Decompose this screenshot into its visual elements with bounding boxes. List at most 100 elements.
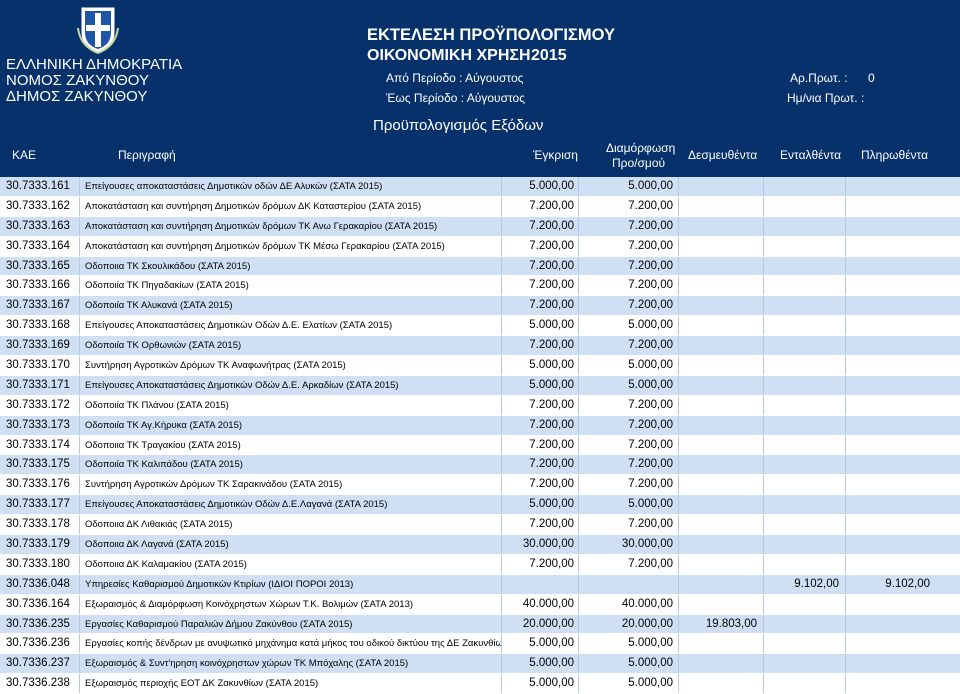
shaping-cell: 7.200,00 [579,395,679,415]
table-row: 30.7333.173 Οδοποιία ΤΚ Αγ.Κήρυκα (ΣΑΤΑ 2… [0,415,960,436]
table-row: 30.7336.048 Υπηρεσίες Καθαρισμού Δημοτικώ… [0,574,960,595]
paid-cell [846,435,960,455]
table-row: 30.7336.238 Εξωραισμός περιοχής ΕΟΤ ΔΚ Ζα… [0,674,960,694]
certified-cell [764,654,846,674]
col-certified: Ενταλθέντα [780,148,842,162]
approval-cell: 7.200,00 [502,216,579,236]
shaping-cell: 5.000,00 [579,654,679,674]
kae-cell: 30.7333.176 [0,475,80,495]
paid-cell [846,296,960,316]
committed-cell [679,654,764,674]
protocol-date-label: Ημ/νια Πρωτ. : [787,91,865,105]
report-title: ΕΚΤΕΛΕΣΗ ΠΡΟΫΠΟΛΟΓΙΣΜΟΥ [367,26,615,44]
description-cell: Επείγουσες Αποκαταστάσεις Δημοτικών Οδών… [80,495,502,515]
shaping-cell: 7.200,00 [579,196,679,216]
shaping-cell: 7.200,00 [579,515,679,535]
paid-cell [846,674,960,694]
shaping-cell: 5.000,00 [579,177,679,196]
paid-cell [846,375,960,395]
description-cell: Οδοποιια ΤΚ Τραγακίου (ΣΑΤΑ 2015) [80,435,502,455]
shaping-cell: 5.000,00 [579,316,679,336]
committed-cell [679,674,764,694]
certified-cell [764,375,846,395]
description-cell: Οδοποιια ΤΚ Σκουλικάδου (ΣΑΤΑ 2015) [80,256,502,276]
table-row: 30.7333.175 Οδοποιία ΤΚ Καλιπάδου (ΣΑΤΑ 2… [0,455,960,476]
budget-title: Προϋπολογισμός Εξόδων [373,117,544,134]
shaping-cell: 7.200,00 [579,296,679,316]
paid-cell [846,554,960,574]
approval-cell: 7.200,00 [502,276,579,296]
budget-table: 30.7333.161 Επείγουσες αποκαταστάσεις Δημ… [0,177,960,694]
certified-cell [764,535,846,554]
shaping-cell: 7.200,00 [579,554,679,574]
kae-cell: 30.7333.161 [0,177,80,196]
protocol-number-label: Αρ.Πρωτ. : [790,71,848,85]
kae-cell: 30.7333.174 [0,435,80,455]
kae-cell: 30.7336.237 [0,654,80,674]
col-committed: Δεσμευθέντα [688,148,758,162]
shaping-cell: 5.000,00 [579,495,679,515]
table-row: 30.7333.176 Συντήρηση Αγροτικών Δρόμων ΤΚ… [0,475,960,496]
certified-cell [764,594,846,614]
certified-cell [764,415,846,435]
certified-cell [764,196,846,216]
paid-cell [846,395,960,415]
committed-cell [679,336,764,356]
description-cell: Συντήρηση Αγροτικών Δρόμων ΤΚ Σαρακινάδο… [80,475,502,495]
committed-cell [679,554,764,574]
committed-cell [679,535,764,554]
approval-cell: 7.200,00 [502,256,579,276]
description-cell: Επείγουσες Αποκαταστάσεις Δημοτικών Οδών… [80,375,502,395]
committed-cell: 19.803,00 [679,614,764,634]
certified-cell [764,634,846,654]
table-row: 30.7333.162 Αποκατάσταση και συντήρηση Δη… [0,196,960,217]
description-cell: Οδοποιια ΔΚ Λιθακιάς (ΣΑΤΑ 2015) [80,515,502,535]
certified-cell [764,336,846,356]
kae-cell: 30.7333.163 [0,216,80,236]
paid-cell [846,216,960,236]
paid-cell [846,495,960,515]
description-cell: Συντήρηση Αγροτικών Δρόμων ΤΚ Αναφωνήτρα… [80,356,502,375]
table-row: 30.7336.164 Εξωραισμός & Διαμόρφωση Κοινό… [0,594,960,615]
certified-cell [764,455,846,475]
col-paid: Πληρωθέντα [861,148,929,162]
certified-cell: 9.102,00 [764,574,846,594]
approval-cell: 5.000,00 [502,674,579,694]
approval-cell: 5.000,00 [502,316,579,336]
certified-cell [764,614,846,634]
certified-cell [764,256,846,276]
fiscal-year-label: ΟΙΚΟΝΟΜΙΚΗ ΧΡΗΣΗ [367,47,531,64]
certified-cell [764,475,846,495]
approval-cell: 7.200,00 [502,455,579,475]
table-row: 30.7333.172 Οδοποιία ΤΚ Πλάνου (ΣΑΤΑ 2015… [0,395,960,416]
kae-cell: 30.7333.169 [0,336,80,356]
committed-cell [679,455,764,475]
description-cell: Οδοποιία ΤΚ Αγ.Κήρυκα (ΣΑΤΑ 2015) [80,415,502,435]
description-cell: Εξωραισμός & Συντ'ηρηση κοινόχρηστων χώρ… [80,654,502,674]
approval-cell: 7.200,00 [502,236,579,256]
description-cell: Οδοποιία ΤΚ Ορθωνιών (ΣΑΤΑ 2015) [80,336,502,356]
table-row: 30.7333.169 Οδοποιία ΤΚ Ορθωνιών (ΣΑΤΑ 20… [0,336,960,357]
approval-cell: 7.200,00 [502,296,579,316]
committed-cell [679,395,764,415]
description-cell: Υπηρεσίες Καθαρισμού Δημοτικών Κτιρίων (… [80,574,502,594]
table-row: 30.7333.179 Οδοποιια ΔΚ Λαγανά (ΣΑΤΑ 2015… [0,535,960,555]
description-cell: Αποκατάσταση και συντήρηση Δημοτικών δρό… [80,236,502,256]
paid-cell [846,316,960,336]
shaping-cell: 7.200,00 [579,216,679,236]
kae-cell: 30.7333.166 [0,276,80,296]
paid-cell [846,276,960,296]
kae-cell: 30.7333.164 [0,236,80,256]
committed-cell [679,236,764,256]
shaping-cell: 30.000,00 [579,535,679,554]
paid-cell [846,336,960,356]
committed-cell [679,475,764,495]
description-cell: Εξωραισμός & Διαμόρφωση Κοινόχρηστων Χώρ… [80,594,502,614]
table-row: 30.7333.171 Επείγουσες Αποκαταστάσεις Δημ… [0,375,960,396]
committed-cell [679,634,764,654]
table-row: 30.7333.170 Συντήρηση Αγροτικών Δρόμων ΤΚ… [0,356,960,376]
description-cell: Αποκατάσταση και συντήρηση Δημοτικών δρό… [80,196,502,216]
committed-cell [679,196,764,216]
approval-cell: 7.200,00 [502,515,579,535]
kae-cell: 30.7336.048 [0,574,80,594]
